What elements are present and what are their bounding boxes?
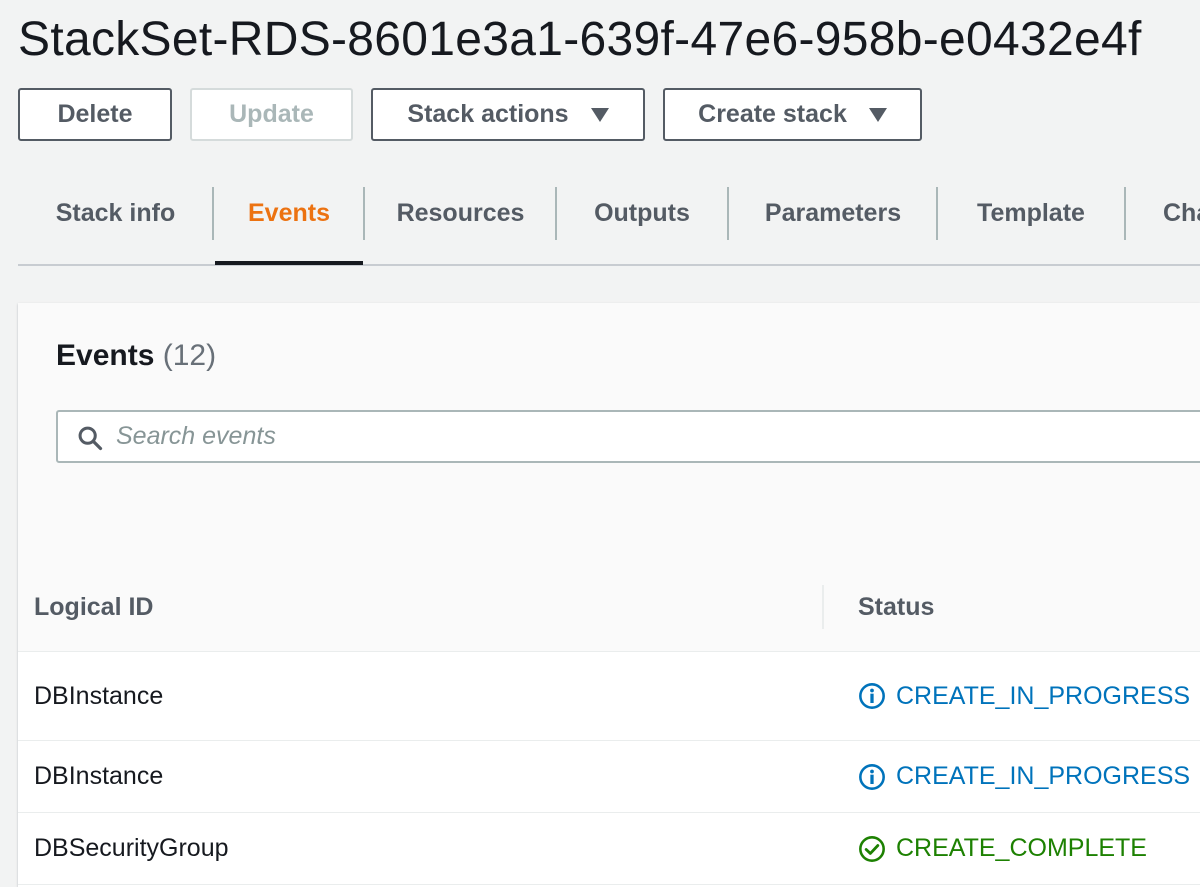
tab-stack-info[interactable]: Stack info xyxy=(36,160,195,266)
logical-id-cell: DBInstance xyxy=(34,681,164,710)
status-cell: CREATE_COMPLETE xyxy=(858,813,1147,884)
search-events-input[interactable] xyxy=(116,412,1200,461)
tab-change-sets[interactable]: Cha xyxy=(1126,160,1200,266)
logical-id-cell: DBInstance xyxy=(34,762,164,790)
search-box xyxy=(56,410,1200,463)
stack-actions-button-label: Stack actions xyxy=(407,100,569,128)
update-button-label: Update xyxy=(229,100,314,128)
tab-label: Outputs xyxy=(594,198,690,227)
check-circle-icon xyxy=(859,835,885,862)
info-circle-icon xyxy=(859,763,885,790)
events-title: Events xyxy=(56,339,155,372)
events-table-header: Logical ID Status xyxy=(18,563,1200,652)
tab-resources[interactable]: Resources xyxy=(365,160,556,266)
tab-label: Parameters xyxy=(764,198,902,227)
tab-divider xyxy=(212,187,214,240)
delete-button[interactable]: Delete xyxy=(18,88,172,141)
status-cell: CREATE_IN_PROGRESS xyxy=(858,741,1190,812)
stack-actions-button[interactable]: Stack actions xyxy=(371,88,645,141)
active-tab-indicator xyxy=(215,261,363,265)
tab-label: Resources xyxy=(396,198,525,227)
tab-events[interactable]: Events xyxy=(215,160,363,266)
column-divider[interactable] xyxy=(822,585,824,629)
tab-label: Cha xyxy=(1163,198,1200,227)
tab-parameters[interactable]: Parameters xyxy=(729,160,937,266)
delete-button-label: Delete xyxy=(57,100,133,128)
tab-label: Stack info xyxy=(55,198,176,227)
update-button[interactable]: Update xyxy=(190,88,353,141)
status-cell: CREATE_IN_PROGRESS xyxy=(858,652,1190,740)
caret-down-icon xyxy=(590,107,609,122)
tab-template[interactable]: Template xyxy=(938,160,1124,266)
table-row[interactable]: DBSecurityGroup CREATE_COMPLETE xyxy=(18,813,1200,885)
tab-outputs[interactable]: Outputs xyxy=(557,160,727,266)
status-text: CREATE_IN_PROGRESS xyxy=(896,681,1191,710)
table-row[interactable]: DBInstance CREATE_IN_PROGRESS xyxy=(18,741,1200,813)
events-panel: Events (12) Logical ID Status DBInstance… xyxy=(18,303,1200,887)
page-title: StackSet-RDS-8601e3a1-639f-47e6-958b-e04… xyxy=(18,13,1142,66)
events-count: (12) xyxy=(162,339,217,372)
events-heading: Events (12) xyxy=(56,339,216,373)
info-circle-icon xyxy=(859,683,885,709)
search-icon xyxy=(78,426,103,451)
logical-id-cell: DBSecurityGroup xyxy=(34,834,229,862)
tab-label: Template xyxy=(977,198,1085,227)
column-header-logical-id[interactable]: Logical ID xyxy=(34,563,153,651)
status-text: CREATE_IN_PROGRESS xyxy=(896,762,1191,790)
status-text: CREATE_COMPLETE xyxy=(896,834,1147,862)
create-stack-button-label: Create stack xyxy=(698,100,847,128)
tab-label: Events xyxy=(248,198,330,227)
create-stack-button[interactable]: Create stack xyxy=(663,88,922,141)
caret-down-icon xyxy=(868,107,887,122)
column-header-status[interactable]: Status xyxy=(858,563,934,651)
table-row[interactable]: DBInstance CREATE_IN_PROGRESS xyxy=(18,652,1200,741)
events-panel-header: Events (12) xyxy=(18,303,1200,564)
stack-tabs: Stack info Events Resources Outputs Para… xyxy=(18,160,1200,266)
